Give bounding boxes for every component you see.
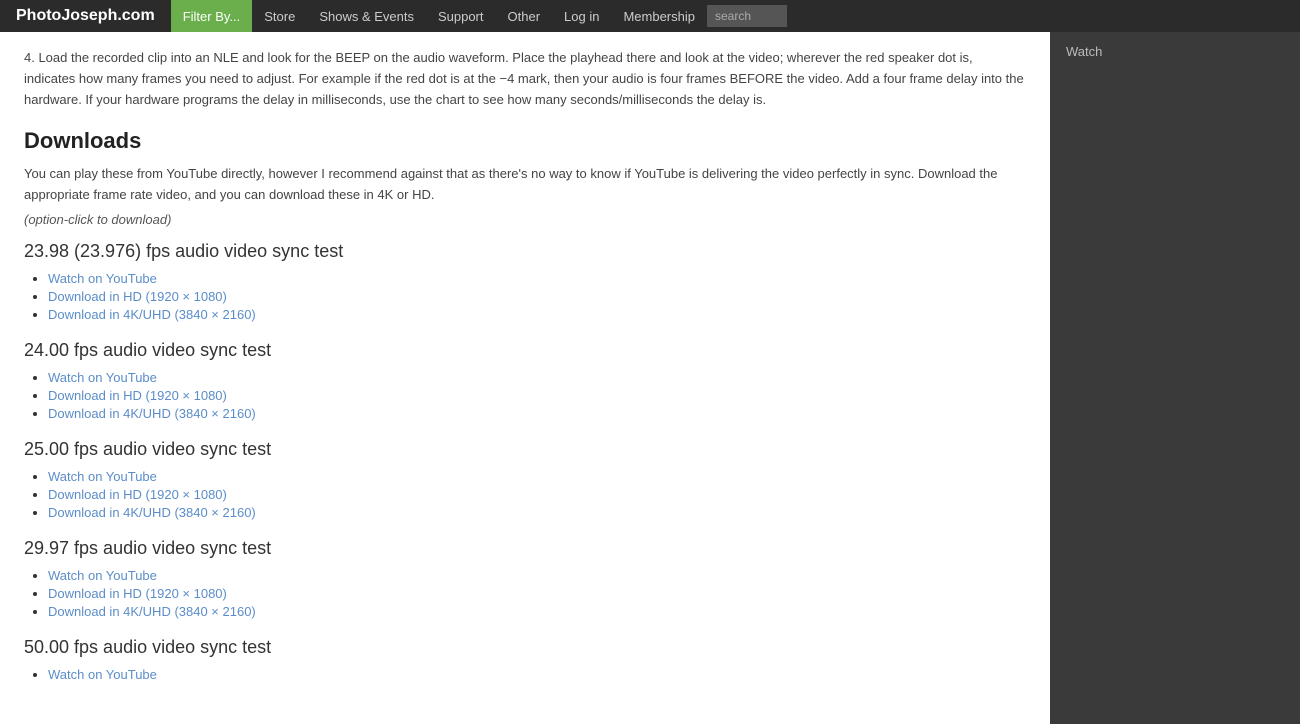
- fps-link-2-1[interactable]: Download in HD (1920 × 1080): [48, 487, 227, 502]
- fps-title-1: 24.00 fps audio video sync test: [24, 340, 1026, 361]
- fps-link-item-0-2: Download in 4K/UHD (3840 × 2160): [48, 306, 1026, 322]
- fps-link-item-1-2: Download in 4K/UHD (3840 × 2160): [48, 405, 1026, 421]
- main-nav: Filter By... Store Shows & Events Suppor…: [171, 0, 1300, 32]
- nav-login[interactable]: Log in: [552, 0, 611, 32]
- fps-link-1-1[interactable]: Download in HD (1920 × 1080): [48, 388, 227, 403]
- fps-title-4: 50.00 fps audio video sync test: [24, 637, 1026, 658]
- fps-links-2: Watch on YouTube Download in HD (1920 × 1…: [24, 468, 1026, 520]
- downloads-description: You can play these from YouTube directly…: [24, 164, 1026, 206]
- fps-section-3: 29.97 fps audio video sync test Watch on …: [24, 538, 1026, 619]
- fps-link-3-1[interactable]: Download in HD (1920 × 1080): [48, 586, 227, 601]
- fps-link-item-1-0: Watch on YouTube: [48, 369, 1026, 385]
- fps-link-item-1-1: Download in HD (1920 × 1080): [48, 387, 1026, 403]
- fps-link-item-2-2: Download in 4K/UHD (3840 × 2160): [48, 504, 1026, 520]
- fps-title-3: 29.97 fps audio video sync test: [24, 538, 1026, 559]
- fps-link-1-0[interactable]: Watch on YouTube: [48, 370, 157, 385]
- fps-link-0-0[interactable]: Watch on YouTube: [48, 271, 157, 286]
- fps-link-item-3-2: Download in 4K/UHD (3840 × 2160): [48, 603, 1026, 619]
- page-wrapper: 4. Load the recorded clip into an NLE an…: [0, 32, 1300, 724]
- fps-links-0: Watch on YouTube Download in HD (1920 × 1…: [24, 270, 1026, 322]
- nav-shows-events[interactable]: Shows & Events: [307, 0, 426, 32]
- fps-title-2: 25.00 fps audio video sync test: [24, 439, 1026, 460]
- fps-link-3-2[interactable]: Download in 4K/UHD (3840 × 2160): [48, 604, 256, 619]
- fps-section-2: 25.00 fps audio video sync test Watch on …: [24, 439, 1026, 520]
- fps-link-item-0-1: Download in HD (1920 × 1080): [48, 288, 1026, 304]
- main-content: 4. Load the recorded clip into an NLE an…: [0, 32, 1050, 724]
- fps-section-0: 23.98 (23.976) fps audio video sync test…: [24, 241, 1026, 322]
- fps-section-4: 50.00 fps audio video sync test Watch on …: [24, 637, 1026, 682]
- fps-link-0-1[interactable]: Download in HD (1920 × 1080): [48, 289, 227, 304]
- sidebar-watch-label: Watch: [1050, 32, 1300, 71]
- fps-links-1: Watch on YouTube Download in HD (1920 × 1…: [24, 369, 1026, 421]
- fps-links-3: Watch on YouTube Download in HD (1920 × 1…: [24, 567, 1026, 619]
- right-sidebar: Watch: [1050, 32, 1300, 724]
- fps-link-item-2-0: Watch on YouTube: [48, 468, 1026, 484]
- fps-link-item-3-1: Download in HD (1920 × 1080): [48, 585, 1026, 601]
- nav-store[interactable]: Store: [252, 0, 307, 32]
- nav-membership[interactable]: Membership: [611, 0, 707, 32]
- fps-link-item-0-0: Watch on YouTube: [48, 270, 1026, 286]
- fps-sections-container: 23.98 (23.976) fps audio video sync test…: [24, 241, 1026, 682]
- fps-link-1-2[interactable]: Download in 4K/UHD (3840 × 2160): [48, 406, 256, 421]
- search-input[interactable]: [707, 5, 787, 27]
- fps-links-4: Watch on YouTube: [24, 666, 1026, 682]
- site-title: PhotoJoseph.com: [0, 7, 171, 25]
- fps-link-item-3-0: Watch on YouTube: [48, 567, 1026, 583]
- fps-link-item-4-0: Watch on YouTube: [48, 666, 1026, 682]
- site-header: PhotoJoseph.com Filter By... Store Shows…: [0, 0, 1300, 32]
- downloads-heading: Downloads: [24, 128, 1026, 154]
- nav-support[interactable]: Support: [426, 0, 496, 32]
- fps-link-item-2-1: Download in HD (1920 × 1080): [48, 486, 1026, 502]
- intro-paragraph: 4. Load the recorded clip into an NLE an…: [24, 48, 1026, 110]
- fps-link-2-2[interactable]: Download in 4K/UHD (3840 × 2160): [48, 505, 256, 520]
- fps-section-1: 24.00 fps audio video sync test Watch on …: [24, 340, 1026, 421]
- fps-link-3-0[interactable]: Watch on YouTube: [48, 568, 157, 583]
- nav-other[interactable]: Other: [496, 0, 553, 32]
- fps-link-4-0[interactable]: Watch on YouTube: [48, 667, 157, 682]
- option-click-note: (option-click to download): [24, 212, 1026, 227]
- fps-link-2-0[interactable]: Watch on YouTube: [48, 469, 157, 484]
- nav-filter-by[interactable]: Filter By...: [171, 0, 253, 32]
- fps-link-0-2[interactable]: Download in 4K/UHD (3840 × 2160): [48, 307, 256, 322]
- fps-title-0: 23.98 (23.976) fps audio video sync test: [24, 241, 1026, 262]
